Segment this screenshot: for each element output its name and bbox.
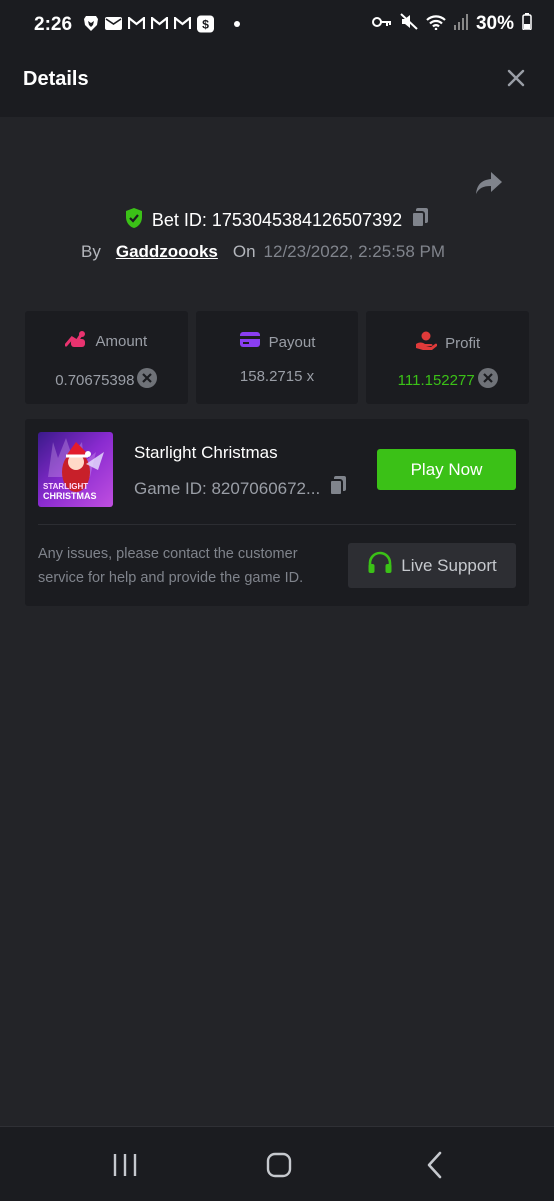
payout-label: Payout [268,333,316,351]
game-thumbnail[interactable]: STARLIGHT CHRISTMAS [38,432,113,507]
share-button[interactable] [474,170,504,196]
thumbnail-text-2: CHRISTMAS [43,491,97,501]
username-link[interactable]: Gaddzoooks [116,242,218,262]
divider [38,524,516,525]
key-icon [371,15,392,33]
home-button[interactable] [266,1152,292,1183]
bet-date: 12/23/2022, 2:25:58 PM [263,242,446,261]
status-time: 2:26 [34,14,73,35]
home-icon [266,1152,292,1178]
brave-icon [82,15,99,32]
android-nav-bar [0,1126,554,1201]
battery-icon [522,13,532,35]
recent-apps-button[interactable] [112,1153,138,1182]
profit-value: 111.152277 [397,371,475,389]
copy-game-id-button[interactable] [328,475,348,502]
game-id: Game ID: 8207060672... [134,478,321,498]
thumbnail-text-1: STARLIGHT [43,482,88,491]
help-text: Any issues, please contact the customer … [38,546,304,586]
share-icon [476,172,502,194]
currency-coin-icon [137,368,158,392]
headset-icon [367,551,393,580]
signal-icon [453,13,468,35]
profit-card: Profit 111.152277 [366,311,530,404]
gmail-icon [151,15,168,32]
dot-icon [228,15,245,32]
back-icon [427,1151,442,1179]
payout-icon [239,331,261,353]
live-support-label: Live Support [401,555,497,575]
payout-value: 158.2715 x [239,368,315,385]
svg-text:$: $ [202,17,209,31]
details-header: Details [0,44,554,117]
live-support-button[interactable]: Live Support [348,543,516,588]
gmail-icon [174,15,191,32]
cash-app-icon: $ [197,15,214,32]
notification-icons: $ [82,15,245,32]
mute-icon [400,13,418,35]
currency-coin-icon [477,368,498,392]
page-title: Details [23,68,89,90]
amount-label: Amount [95,333,148,350]
bet-id-row: Bet ID: 1753045384126507392 [0,207,554,234]
profit-icon [415,331,438,355]
back-button[interactable] [425,1151,445,1184]
gmail-icon [128,15,145,32]
bet-meta: By Gaddzoooks On 12/23/2022, 2:25:58 PM [81,242,445,262]
wifi-icon [426,14,446,35]
battery-percent: 30% [475,13,514,34]
copy-bet-id-button[interactable] [410,207,430,234]
verified-shield-icon [124,207,144,234]
play-now-button[interactable]: Play Now [377,449,516,490]
amount-icon [64,331,87,352]
payout-card: Payout 158.2715 x [195,311,359,404]
amount-card: Amount 0.70675398 [25,311,188,404]
copy-icon [411,208,429,228]
bet-id: Bet ID: 1753045384126507392 [151,210,403,230]
close-icon [507,69,525,87]
status-bar: 2:26 $ 30% [0,0,554,44]
bet-stats: Amount 0.70675398 Payout 158.2715 x Prof… [25,311,530,404]
game-card: STARLIGHT CHRISTMAS Starlight Christmas … [25,419,529,606]
on-label: On [232,242,256,261]
profit-label: Profit [445,334,481,352]
mail-icon [105,15,122,32]
game-name: Starlight Christmas [134,443,278,462]
copy-icon [329,476,347,496]
close-button[interactable] [500,62,532,99]
amount-value: 0.70675398 [55,371,135,389]
system-icons: 30% [371,13,532,35]
by-label: By [81,242,101,261]
recent-apps-icon [113,1154,137,1176]
